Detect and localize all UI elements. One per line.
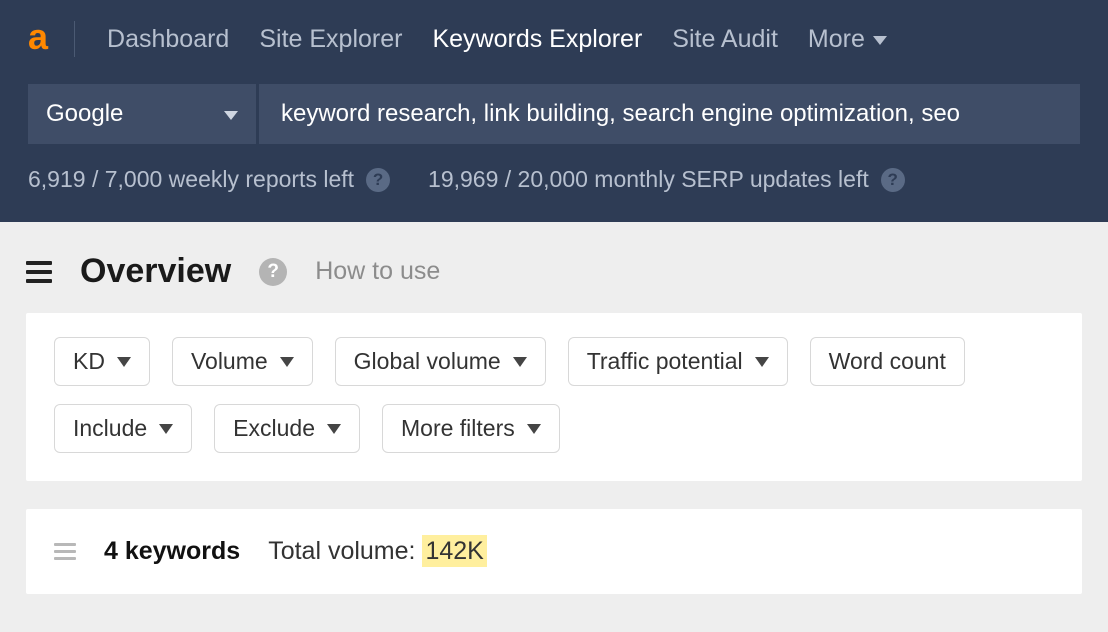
filter-include[interactable]: Include <box>54 404 192 453</box>
usage-reports: 6,919 / 7,000 weekly reports left ? <box>28 166 390 193</box>
filters-row: KD Volume Global volume Traffic potentia… <box>54 337 1054 453</box>
filter-traffic-potential[interactable]: Traffic potential <box>568 337 788 386</box>
usage-serp-text: 19,969 / 20,000 monthly SERP updates lef… <box>428 166 869 193</box>
nav-divider <box>74 21 75 57</box>
search-row: Google keyword research, link building, … <box>28 84 1080 144</box>
nav-site-audit[interactable]: Site Audit <box>672 25 778 54</box>
nav-more[interactable]: More <box>808 25 887 54</box>
results-panel: 4 keywords Total volume: 142K <box>26 509 1082 594</box>
filter-global-volume[interactable]: Global volume <box>335 337 546 386</box>
usage-serp: 19,969 / 20,000 monthly SERP updates lef… <box>428 166 905 193</box>
top-nav: a Dashboard Site Explorer Keywords Explo… <box>28 0 1080 78</box>
chevron-down-icon <box>224 111 238 120</box>
keyword-count: 4 keywords <box>104 537 240 566</box>
filter-exclude[interactable]: Exclude <box>214 404 360 453</box>
filter-label: Include <box>73 415 147 442</box>
chevron-down-icon <box>327 424 341 434</box>
filter-word-count[interactable]: Word count <box>810 337 965 386</box>
filter-label: Traffic potential <box>587 348 743 375</box>
menu-icon[interactable] <box>26 261 52 283</box>
chevron-down-icon <box>117 357 131 367</box>
keyword-input[interactable]: keyword research, link building, search … <box>259 84 1080 144</box>
usage-reports-text: 6,919 / 7,000 weekly reports left <box>28 166 354 193</box>
total-volume-value: 142K <box>422 535 486 567</box>
usage-row: 6,919 / 7,000 weekly reports left ? 19,9… <box>28 166 1080 193</box>
chevron-down-icon <box>513 357 527 367</box>
search-engine-select[interactable]: Google <box>28 84 256 144</box>
how-to-use-link[interactable]: How to use <box>315 257 440 286</box>
page-title: Overview <box>80 252 231 291</box>
filter-label: Volume <box>191 348 268 375</box>
help-icon[interactable]: ? <box>259 258 287 286</box>
nav-site-explorer[interactable]: Site Explorer <box>259 25 402 54</box>
filter-kd[interactable]: KD <box>54 337 150 386</box>
overview-header: Overview ? How to use <box>0 222 1108 313</box>
chevron-down-icon <box>159 424 173 434</box>
filter-label: KD <box>73 348 105 375</box>
total-volume: Total volume: 142K <box>268 537 487 566</box>
filter-label: More filters <box>401 415 515 442</box>
help-icon[interactable]: ? <box>366 168 390 192</box>
chevron-down-icon <box>755 357 769 367</box>
total-volume-label: Total volume: <box>268 537 422 565</box>
filter-label: Global volume <box>354 348 501 375</box>
logo[interactable]: a <box>28 19 48 59</box>
chevron-down-icon <box>873 36 887 45</box>
help-icon[interactable]: ? <box>881 168 905 192</box>
nav-more-label: More <box>808 25 865 54</box>
nav-dashboard[interactable]: Dashboard <box>107 25 229 54</box>
search-engine-label: Google <box>46 100 123 128</box>
nav-keywords-explorer[interactable]: Keywords Explorer <box>432 25 642 54</box>
filters-panel: KD Volume Global volume Traffic potentia… <box>26 313 1082 481</box>
chevron-down-icon <box>280 357 294 367</box>
filter-label: Exclude <box>233 415 315 442</box>
filter-label: Word count <box>829 348 946 375</box>
filter-more[interactable]: More filters <box>382 404 560 453</box>
drag-handle-icon[interactable] <box>54 543 76 560</box>
chevron-down-icon <box>527 424 541 434</box>
filter-volume[interactable]: Volume <box>172 337 313 386</box>
